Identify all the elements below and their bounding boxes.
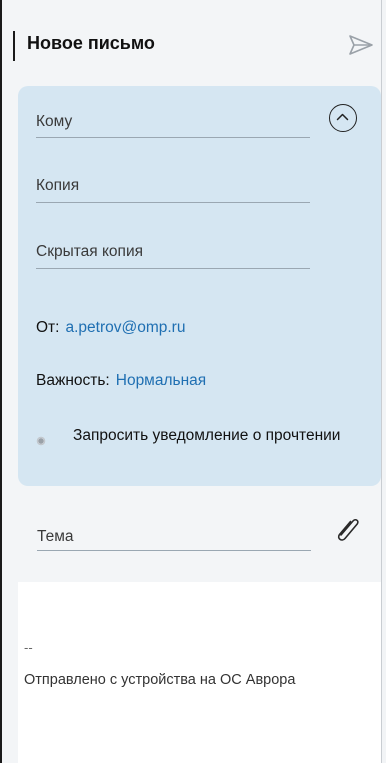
subject-label: Тема	[37, 528, 74, 545]
from-value[interactable]: a.petrov@omp.ru	[65, 319, 185, 336]
bcc-field[interactable]: Скрытая копия	[36, 243, 310, 269]
importance-value[interactable]: Нормальная	[116, 372, 206, 389]
send-icon[interactable]	[348, 34, 374, 56]
header-marker	[13, 31, 15, 61]
from-label: От:	[36, 319, 60, 336]
importance-row[interactable]: Важность: Нормальная	[36, 372, 206, 390]
bcc-field-underline	[36, 268, 310, 269]
cc-field-label: Копия	[36, 177, 80, 194]
read-receipt-label[interactable]: Запросить уведомление о прочтении	[73, 426, 343, 446]
signature-separator: --	[24, 640, 33, 655]
subject-field[interactable]: Тема	[37, 528, 311, 551]
window-edge	[0, 0, 2, 763]
bcc-field-label: Скрытая копия	[36, 243, 144, 260]
collapse-recipients-button[interactable]	[329, 104, 357, 132]
signature-text: Отправлено с устройства на ОС Аврора	[24, 672, 296, 688]
to-field-underline	[36, 137, 310, 138]
compose-screen: Новое письмо Кому Копия Скрытая копия От…	[0, 0, 382, 763]
importance-label: Важность:	[36, 372, 110, 389]
read-receipt-switch[interactable]	[36, 436, 46, 446]
page-title: Новое письмо	[27, 33, 155, 53]
cc-field-underline	[36, 202, 310, 203]
to-field-label: Кому	[36, 113, 73, 130]
message-body[interactable]: -- Отправлено с устройства на ОС Аврора	[18, 582, 381, 763]
cc-field[interactable]: Копия	[36, 177, 310, 203]
paperclip-icon[interactable]	[332, 512, 362, 544]
to-field[interactable]: Кому	[36, 113, 310, 138]
chevron-up-icon	[336, 113, 349, 121]
compose-header: Новое письмо	[0, 0, 381, 84]
subject-underline	[37, 550, 311, 551]
recipients-panel: Кому Копия Скрытая копия От: a.petrov@omp…	[18, 86, 381, 486]
from-row[interactable]: От: a.petrov@omp.ru	[36, 319, 185, 337]
